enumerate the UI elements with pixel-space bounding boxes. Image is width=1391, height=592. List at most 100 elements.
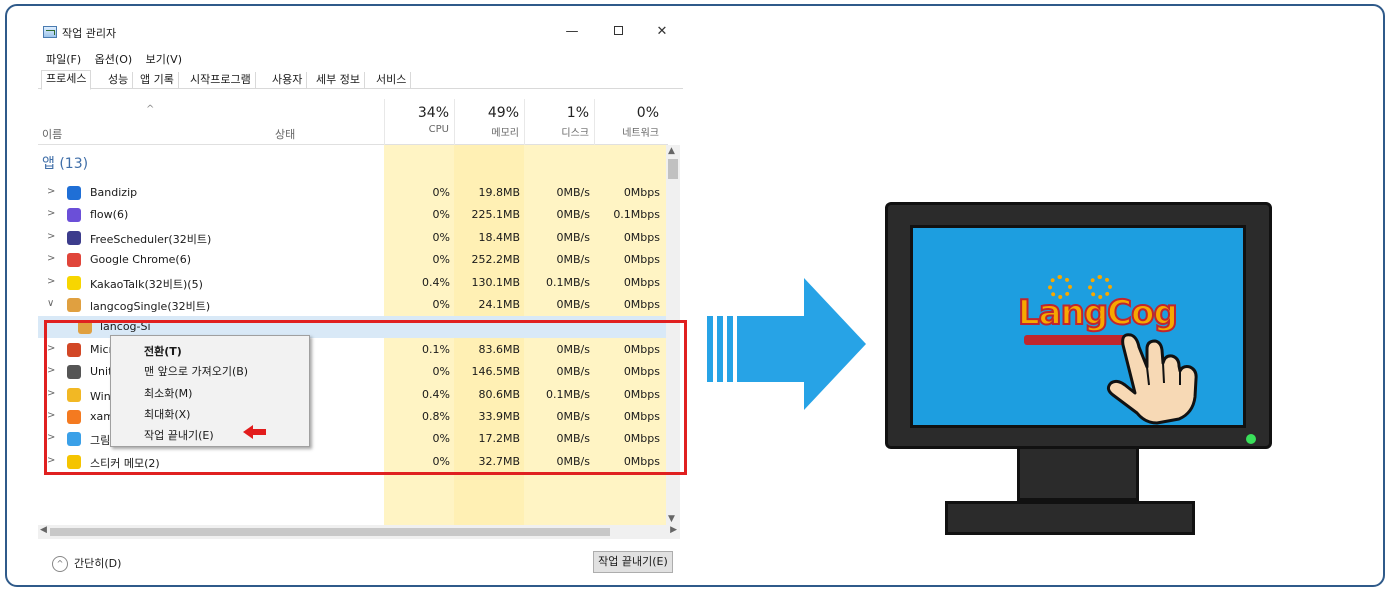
column-memory[interactable]: 49% 메모리	[454, 99, 524, 145]
table-row[interactable]: > Google Chrome(6) 0% 252.2MB 0MB/s 0Mbps	[38, 249, 666, 271]
chevron-right-icon[interactable]: >	[47, 276, 55, 287]
fewer-details-link[interactable]: ^ 간단히(D)	[52, 555, 121, 572]
monitor-neck	[1017, 449, 1139, 501]
menu-view[interactable]: 보기(V)	[146, 53, 182, 66]
scroll-down-icon[interactable]: ▼	[668, 514, 675, 524]
chevron-right-icon[interactable]: >	[47, 208, 55, 219]
horizontal-scroll-thumb[interactable]	[50, 528, 610, 536]
network-value: 0Mbps	[623, 253, 660, 267]
memory-value: 24.1MB	[478, 298, 520, 311]
highlight-box	[44, 320, 687, 475]
memory-value: 225.1MB	[471, 208, 520, 222]
process-name: FreeScheduler(32비트)	[90, 232, 212, 246]
network-value: 0.1Mbps	[613, 208, 660, 222]
table-row[interactable]: ∨ langcogSingle(32비트) 0% 24.1MB 0MB/s 0Mbps	[38, 294, 666, 316]
task-manager-icon	[43, 26, 57, 38]
cpu-total: 34%	[417, 105, 449, 121]
fewer-details-label: 간단히(D)	[74, 557, 122, 570]
scroll-right-icon[interactable]: ▶	[670, 525, 677, 535]
column-header: ^ 이름 상태 34% CPU 49% 메모리 1% 디스크 0% 네트워크	[38, 99, 668, 145]
end-task-button[interactable]: 작업 끝내기(E)	[593, 551, 673, 573]
table-row[interactable]: > FreeScheduler(32비트) 0% 18.4MB 0MB/s 0Mbps	[38, 227, 666, 249]
menu-options[interactable]: 옵션(O)	[95, 53, 132, 66]
chevron-right-icon[interactable]: >	[47, 253, 55, 264]
menu-file[interactable]: 파일(F)	[46, 53, 81, 66]
process-name: flow(6)	[90, 208, 129, 222]
process-name: KakaoTalk(32비트)(5)	[90, 277, 203, 291]
process-name: Google Chrome(6)	[90, 253, 192, 267]
tab-startup[interactable]: 시작프로그램	[186, 72, 256, 89]
tab-details[interactable]: 세부 정보	[312, 72, 365, 89]
network-label: 네트워크	[622, 128, 659, 139]
chevron-up-icon: ^	[52, 556, 68, 572]
scroll-left-icon[interactable]: ◀	[40, 525, 47, 535]
power-led	[1246, 434, 1256, 444]
chevron-right-icon[interactable]: >	[47, 186, 55, 197]
tab-users[interactable]: 사용자	[268, 72, 308, 89]
table-row[interactable]: > KakaoTalk(32비트)(5) 0.4% 130.1MB 0.1MB/s 0Mb…	[38, 272, 666, 294]
arrow-stripe-2	[717, 316, 723, 382]
kakaotalk-icon	[67, 275, 81, 290]
disk-label: 디스크	[561, 128, 589, 139]
menu-bar: 파일(F) 옵션(O) 보기(V)	[46, 51, 192, 67]
chevron-right-icon[interactable]: >	[47, 231, 55, 242]
task-manager-window: 작업 관리자 — ✕ 파일(F) 옵션(O) 보기(V) 프로세스 성능 앱 기…	[38, 17, 683, 582]
flow-icon	[67, 208, 81, 223]
langcog-icon	[67, 298, 81, 312]
table-row[interactable]: > flow(6) 0% 225.1MB 0MB/s 0.1Mbps	[38, 204, 666, 226]
column-name[interactable]: 이름	[42, 126, 62, 142]
scroll-up-icon[interactable]: ▲	[668, 146, 675, 156]
tab-services[interactable]: 서비스	[372, 72, 412, 89]
cpu-value: 0.4%	[422, 275, 450, 289]
disk-total: 1%	[566, 105, 589, 121]
column-network[interactable]: 0% 네트워크	[594, 99, 664, 145]
right-arrow-icon	[707, 278, 867, 410]
disk-value: 0MB/s	[556, 230, 590, 244]
bandizip-icon	[67, 186, 81, 200]
horizontal-scrollbar[interactable]: ◀ ▶	[38, 525, 680, 539]
maximize-button[interactable]	[608, 23, 628, 41]
disk-value: 0MB/s	[556, 298, 590, 311]
chevron-down-icon[interactable]: ∨	[47, 298, 54, 309]
monitor-base	[945, 501, 1195, 535]
memory-value: 19.8MB	[478, 186, 520, 199]
cpu-value: 0%	[432, 230, 450, 244]
sort-arrow-icon: ^	[146, 104, 155, 115]
minimize-button[interactable]: —	[562, 23, 582, 41]
network-value: 0Mbps	[623, 186, 660, 199]
cpu-value: 0%	[432, 298, 450, 311]
close-button[interactable]: ✕	[652, 23, 672, 41]
arrow-stripe-3	[727, 316, 733, 382]
pointing-hand-icon	[1106, 333, 1198, 425]
network-value: 0Mbps	[623, 298, 660, 311]
maximize-icon	[613, 26, 623, 35]
memory-value: 18.4MB	[478, 230, 520, 244]
apps-group-header: 앱 (13)	[42, 156, 89, 172]
process-name: langcogSingle(32비트)	[90, 300, 211, 313]
cpu-value: 0%	[432, 186, 450, 199]
cpu-value: 0%	[432, 253, 450, 267]
vertical-scroll-thumb[interactable]	[668, 159, 678, 179]
chrome-icon	[67, 253, 81, 268]
memory-value: 130.1MB	[471, 275, 520, 289]
tab-app-history[interactable]: 앱 기록	[136, 72, 179, 89]
memory-total: 49%	[487, 105, 519, 121]
table-row[interactable]: > Bandizip 0% 19.8MB 0MB/s 0Mbps	[38, 182, 666, 204]
process-name: Bandizip	[90, 186, 138, 199]
arrow-head	[804, 278, 866, 410]
cpu-label: CPU	[428, 124, 449, 135]
window-title: 작업 관리자	[62, 27, 117, 40]
column-cpu[interactable]: 34% CPU	[384, 99, 454, 145]
tab-performance[interactable]: 성능	[104, 72, 134, 89]
disk-value: 0MB/s	[556, 253, 590, 267]
tab-bar: 프로세스 성능 앱 기록 시작프로그램 사용자 세부 정보 서비스	[38, 70, 683, 90]
network-value: 0Mbps	[623, 230, 660, 244]
arrow-body	[737, 316, 807, 382]
network-total: 0%	[636, 105, 659, 121]
tab-processes[interactable]: 프로세스	[41, 70, 92, 90]
memory-value: 252.2MB	[471, 253, 520, 267]
calendar-icon	[67, 230, 81, 245]
column-disk[interactable]: 1% 디스크	[524, 99, 594, 145]
memory-label: 메모리	[491, 128, 519, 139]
column-status[interactable]: 상태	[275, 126, 295, 142]
